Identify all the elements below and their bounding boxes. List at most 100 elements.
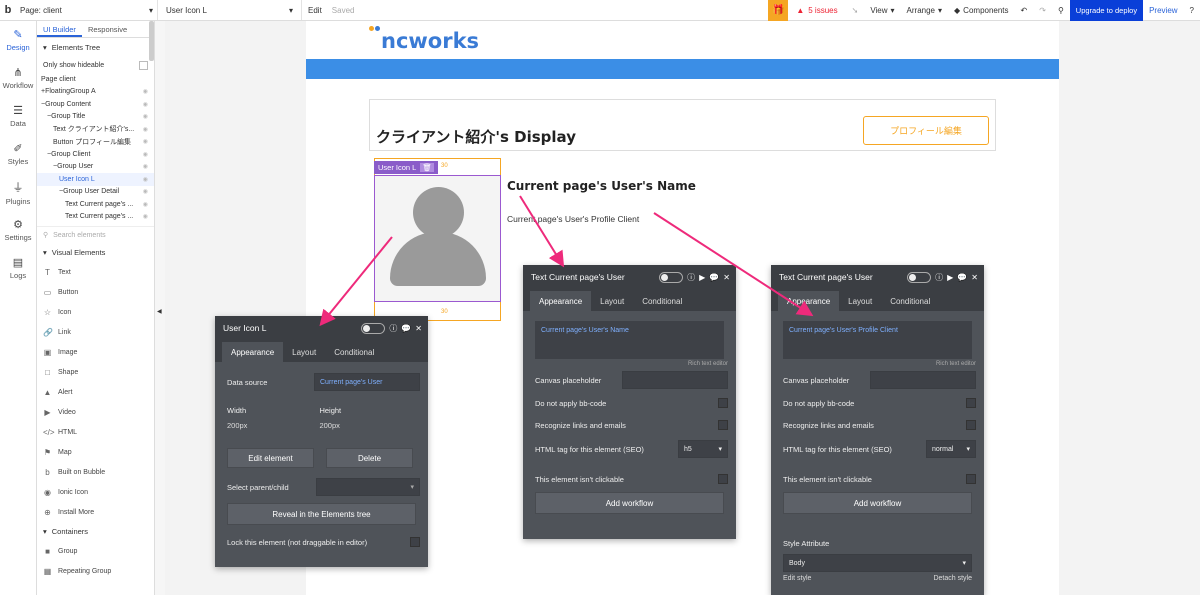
only-hideable-toggle[interactable]: Only show hideable (37, 57, 154, 73)
canvas-placeholder-field[interactable] (870, 371, 976, 389)
tree-item[interactable]: Text Current page's ... ◉ (37, 198, 154, 211)
tree-item[interactable]: +FloatingGroup A ◉ (37, 86, 154, 99)
toggle-switch[interactable] (361, 322, 386, 334)
trash-icon[interactable]: 🗑 (420, 163, 434, 172)
canvas-placeholder-field[interactable] (622, 371, 728, 389)
data-source-field[interactable]: Current page's User (314, 373, 420, 391)
tree-item[interactable]: −Group User ◉ (37, 161, 154, 174)
user-profile-text[interactable]: Current page's User's Profile Client (507, 214, 639, 224)
help-icon[interactable]: ? (1184, 6, 1200, 15)
eye-icon[interactable]: ◉ (143, 113, 148, 120)
element-selector[interactable]: User Icon L ▾ (158, 0, 302, 20)
user-name-text[interactable]: Current page's User's Name (507, 179, 696, 193)
eye-icon[interactable]: ◉ (143, 188, 148, 195)
html-tag-select[interactable]: normal ▾ (926, 440, 976, 458)
eye-icon[interactable]: ◉ (143, 88, 148, 95)
toggle-switch[interactable] (659, 271, 684, 283)
close-icon[interactable]: ✕ (415, 324, 422, 333)
eye-icon[interactable]: ◉ (143, 213, 148, 220)
visual-element-item[interactable]: □ Shape (37, 362, 154, 382)
comment-icon[interactable]: 💬 (957, 273, 967, 282)
reveal-in-tree-button[interactable]: Reveal in the Elements tree (227, 503, 416, 525)
tab-ui-builder[interactable]: UI Builder (37, 21, 82, 37)
rail-plugins[interactable]: ⏚ Plugins (0, 173, 36, 211)
rail-logs[interactable]: ▤ Logs (0, 249, 36, 287)
tree-item[interactable]: Button プロフィール編集 ◉ (37, 136, 154, 149)
visual-element-item[interactable]: b Built on Bubble (37, 462, 154, 482)
arrange-menu[interactable]: Arrange ▾ (901, 6, 948, 15)
elements-tree-header[interactable]: ▾ Elements Tree (37, 38, 154, 57)
add-workflow-button[interactable]: Add workflow (535, 492, 724, 514)
close-icon[interactable]: ✕ (971, 273, 978, 282)
eye-icon[interactable]: ◉ (143, 126, 148, 133)
comment-icon[interactable]: 💬 (709, 273, 719, 282)
tab-appearance[interactable]: Appearance (778, 291, 840, 311)
edit-style-link[interactable]: Edit style (783, 575, 811, 582)
visual-element-item[interactable]: ⚑ Map (37, 442, 154, 462)
tab-appearance[interactable]: Appearance (222, 342, 284, 362)
visual-element-item[interactable]: ▭ Button (37, 282, 154, 302)
visual-element-item[interactable]: 🔗 Link (37, 322, 154, 342)
edit-element-button[interactable]: Edit element (227, 448, 314, 468)
rail-styles[interactable]: ✐ Styles (0, 135, 36, 173)
lock-element-checkbox[interactable] (410, 537, 420, 547)
recognize-links-checkbox[interactable] (966, 420, 976, 430)
tree-item[interactable]: Text クライアント紹介's... ◉ (37, 123, 154, 136)
view-menu[interactable]: View ▾ (864, 6, 900, 15)
add-workflow-button[interactable]: Add workflow (783, 492, 972, 514)
eye-icon[interactable]: ◉ (143, 151, 148, 158)
container-item[interactable]: ▦ Repeating Group (37, 561, 154, 581)
pointer-icon[interactable]: ➘ (846, 6, 865, 15)
play-icon[interactable]: ▶ (699, 273, 705, 282)
eye-icon[interactable]: ◉ (143, 176, 148, 183)
issues-button[interactable]: ▲ 5 issues (788, 6, 845, 15)
tree-item[interactable]: −Group Client ◉ (37, 148, 154, 161)
visual-element-item[interactable]: </> HTML (37, 422, 154, 442)
not-clickable-checkbox[interactable] (718, 474, 728, 484)
tab-conditional[interactable]: Conditional (881, 291, 939, 311)
bubble-logo-icon[interactable]: b (0, 4, 16, 16)
height-value[interactable]: 200px (319, 421, 341, 430)
eye-icon[interactable]: ◉ (143, 138, 148, 145)
tab-conditional[interactable]: Conditional (325, 342, 383, 362)
info-icon[interactable]: ⓘ (935, 272, 943, 283)
tree-item[interactable]: −Group Content ◉ (37, 98, 154, 111)
no-bbcode-checkbox[interactable] (718, 398, 728, 408)
containers-header[interactable]: ▾ Containers (37, 522, 154, 541)
rail-settings[interactable]: ⚙ Settings (0, 211, 36, 249)
page-title[interactable]: クライアント紹介's Display (376, 126, 576, 147)
eye-icon[interactable]: ◉ (143, 201, 148, 208)
not-clickable-checkbox[interactable] (966, 474, 976, 484)
eye-icon[interactable]: ◉ (143, 101, 148, 108)
detach-style-link[interactable]: Detach style (933, 575, 972, 582)
tree-item[interactable]: Text Current page's ... ◉ (37, 211, 154, 224)
visual-element-item[interactable]: ⊕ Install More (37, 502, 154, 522)
visual-element-item[interactable]: ☆ Icon (37, 302, 154, 322)
site-logo[interactable]: ncworks (381, 29, 479, 53)
info-icon[interactable]: ⓘ (389, 323, 397, 334)
tree-item[interactable]: −Group User Detail ◉ (37, 186, 154, 199)
rich-text-editor[interactable]: Current page's User's Profile Client (783, 321, 972, 359)
tab-appearance[interactable]: Appearance (530, 291, 592, 311)
page-selector[interactable]: Page: client ▾ (16, 0, 158, 20)
rich-text-editor[interactable]: Current page's User's Name (535, 321, 724, 359)
search-elements[interactable]: ⚲ Search elements (37, 226, 154, 243)
style-select[interactable]: Body ▾ (783, 554, 972, 572)
rail-data[interactable]: ☰ Data (0, 97, 36, 135)
visual-element-item[interactable]: ▶ Video (37, 402, 154, 422)
visual-element-item[interactable]: ◉ Ionic Icon (37, 482, 154, 502)
visual-elements-header[interactable]: ▾ Visual Elements (37, 243, 154, 262)
tree-item[interactable]: Page client (37, 73, 154, 86)
width-value[interactable]: 200px (227, 421, 247, 430)
info-icon[interactable]: ⓘ (687, 272, 695, 283)
gift-icon[interactable]: 🎁 (768, 0, 789, 21)
visual-element-item[interactable]: ▣ Image (37, 342, 154, 362)
tree-item[interactable]: −Group Title ◉ (37, 111, 154, 124)
visual-element-item[interactable]: ▲ Alert (37, 382, 154, 402)
tab-layout[interactable]: Layout (839, 291, 881, 311)
undo-icon[interactable]: ↶ (1015, 6, 1034, 15)
comment-icon[interactable]: 💬 (401, 324, 411, 333)
visual-element-item[interactable]: T Text (37, 262, 154, 282)
eye-icon[interactable]: ◉ (143, 163, 148, 170)
collapse-panel-icon[interactable]: ◀ (157, 308, 162, 315)
